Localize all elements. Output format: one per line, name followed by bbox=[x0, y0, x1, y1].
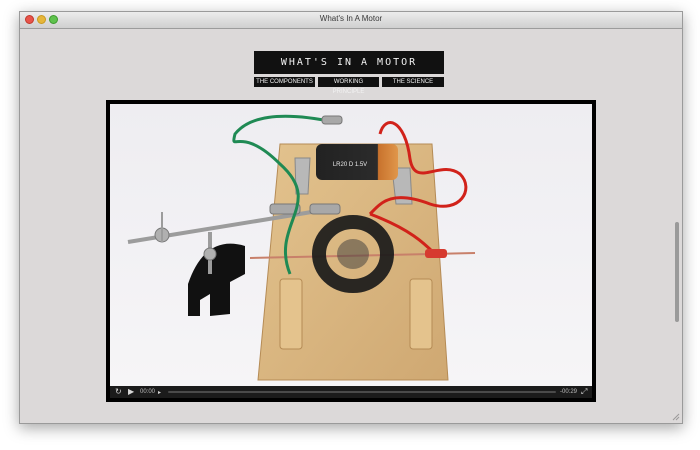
green-wire-clip bbox=[321, 115, 343, 125]
resize-grip-icon[interactable] bbox=[672, 413, 680, 421]
red-wire-clip bbox=[425, 249, 447, 258]
vertical-scrollbar[interactable] bbox=[675, 222, 679, 322]
nav-the-science[interactable]: THE SCIENCE bbox=[382, 77, 444, 87]
seek-bar[interactable] bbox=[168, 391, 556, 393]
video-frame-image[interactable]: LR20 D 1.5V bbox=[110, 104, 592, 386]
remaining-time: -00:29 bbox=[560, 389, 578, 395]
alligator-clip-center bbox=[309, 203, 341, 215]
right-upright bbox=[409, 278, 433, 350]
current-time: 00:00 bbox=[140, 389, 156, 395]
site-logo[interactable]: WHAT'S IN A MOTOR bbox=[254, 51, 444, 74]
browser-window: What's In A Motor WHAT'S IN A MOTOR THE … bbox=[19, 11, 683, 424]
video-player: LR20 D 1.5V ↻ ▶ 00:00 ▸ -00:29 ⤢ bbox=[106, 100, 596, 402]
window-title: What's In A Motor bbox=[319, 14, 383, 23]
motor-scene-image: LR20 D 1.5V bbox=[110, 104, 592, 386]
helping-hand-joint-2 bbox=[203, 247, 217, 261]
play-icon[interactable]: ▶ bbox=[128, 388, 134, 396]
volume-icon[interactable]: ▸ bbox=[158, 389, 161, 397]
video-controls: ↻ ▶ 00:00 ▸ -00:29 ⤢ bbox=[110, 386, 592, 398]
nav-working-principle[interactable]: WORKING PRINCIPLE bbox=[318, 77, 379, 95]
left-upright bbox=[279, 278, 303, 350]
fullscreen-icon[interactable]: ⤢ bbox=[581, 388, 587, 396]
coil-blur bbox=[337, 239, 369, 269]
nav-the-components[interactable]: THE COMPONENTS bbox=[254, 77, 315, 87]
battery-label: LR20 D 1.5V bbox=[333, 162, 367, 168]
main-nav: THE COMPONENTS WORKING PRINCIPLE THE SCI… bbox=[254, 77, 444, 95]
title-bar: What's In A Motor bbox=[20, 12, 682, 29]
replay-icon[interactable]: ↻ bbox=[115, 388, 122, 396]
